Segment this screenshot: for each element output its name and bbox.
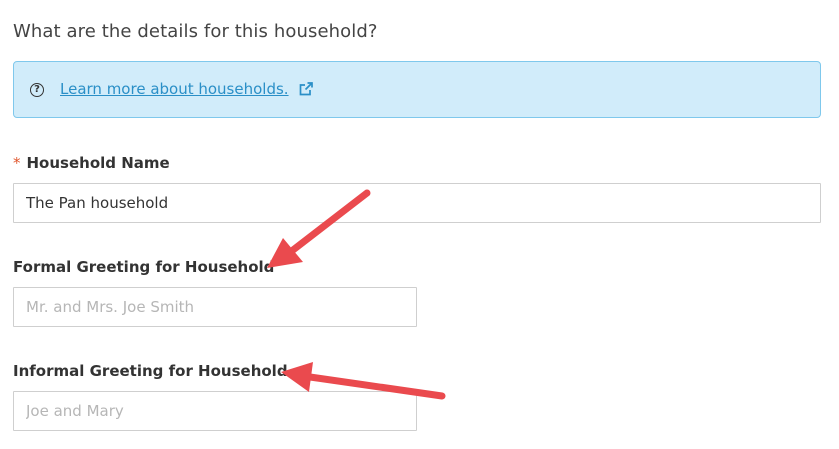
- informal-greeting-input[interactable]: [13, 391, 417, 431]
- household-name-input[interactable]: [13, 183, 821, 223]
- info-banner: ? Learn more about households.: [13, 61, 821, 118]
- help-icon: ?: [30, 83, 44, 97]
- household-name-label: * Household Name: [13, 154, 170, 172]
- learn-more-link[interactable]: Learn more about households.: [60, 80, 289, 98]
- household-details-page: What are the details for this household?…: [0, 0, 839, 449]
- page-heading: What are the details for this household?: [13, 21, 378, 42]
- household-name-label-text: Household Name: [26, 154, 170, 172]
- required-marker: *: [13, 154, 21, 172]
- informal-greeting-label: Informal Greeting for Household: [13, 362, 288, 380]
- external-link-icon[interactable]: [298, 81, 314, 97]
- formal-greeting-input[interactable]: [13, 287, 417, 327]
- formal-greeting-label: Formal Greeting for Household: [13, 258, 275, 276]
